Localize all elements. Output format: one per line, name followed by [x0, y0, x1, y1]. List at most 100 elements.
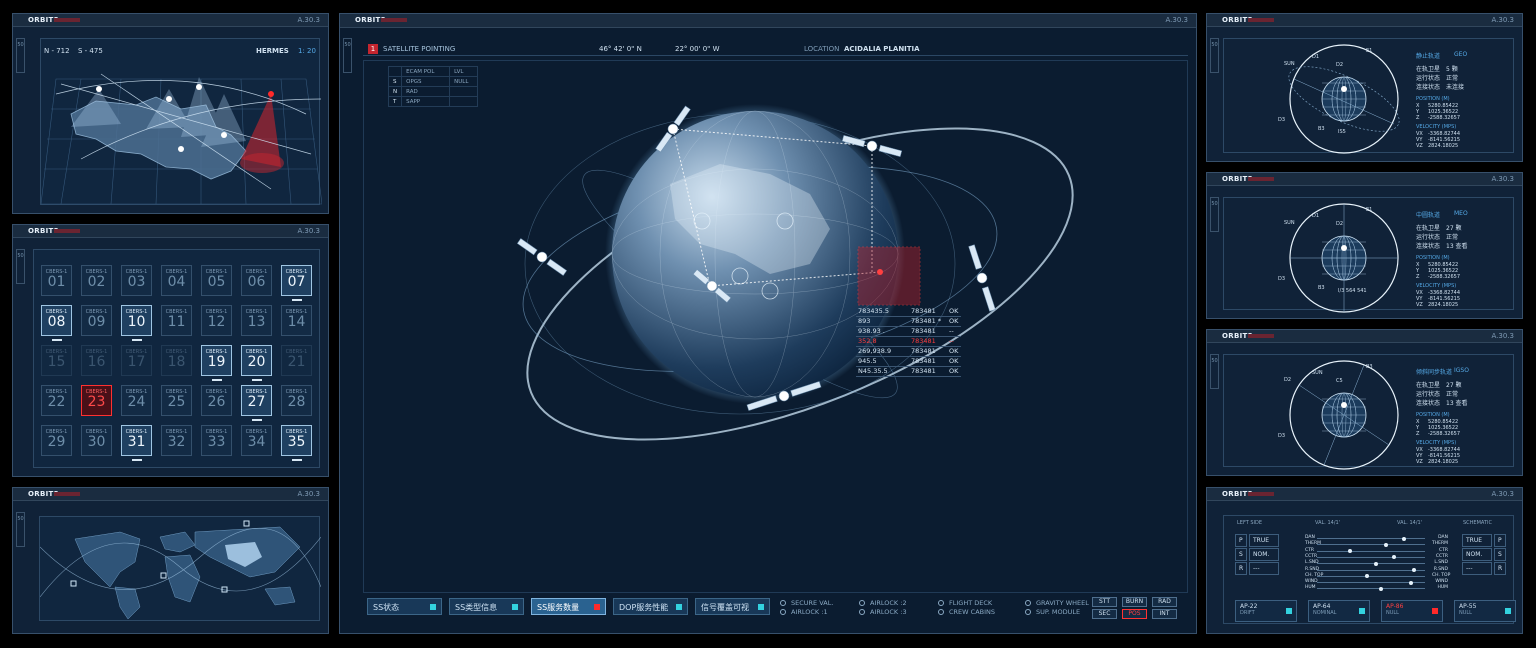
status-check[interactable]: AIRLOCK :2 — [859, 599, 907, 607]
slider-track[interactable] — [1317, 574, 1425, 579]
satellite-tile[interactable]: CBERS-1 21 — [281, 345, 312, 376]
tab-5[interactable]: 信号覆盖可视 — [695, 598, 770, 615]
left-side-key[interactable]: S — [1235, 548, 1247, 561]
readout-code: 783481 — [911, 367, 936, 375]
satellite-tile[interactable]: CBERS-1 11 — [161, 305, 192, 336]
status-check[interactable]: AIRLOCK :3 — [859, 608, 907, 616]
orbit-stat-label: 在轨卫星 — [1416, 382, 1441, 389]
satellite-tile[interactable]: CBERS-1 05 — [201, 265, 232, 296]
ap-module-4[interactable]: AP-55 NULL — [1454, 600, 1516, 622]
schematic-key[interactable]: P — [1494, 534, 1506, 547]
readout-row: 352.8 783481 -- — [856, 337, 961, 347]
slider-thumb[interactable] — [1408, 580, 1413, 585]
readout-code: 783481 — [911, 357, 936, 365]
slider-track[interactable] — [1317, 561, 1425, 566]
satellite-tile[interactable]: CBERS-1 08 — [41, 305, 72, 341]
satellite-tile[interactable]: CBERS-1 31 — [121, 425, 152, 461]
readout-status: -- — [949, 327, 954, 335]
mode-button-pos[interactable]: POS — [1122, 609, 1147, 619]
status-check[interactable]: SECURE VAL. — [780, 599, 833, 607]
position-title: POSITION (M) — [1416, 96, 1450, 102]
satellite-tile[interactable]: CBERS-1 20 — [241, 345, 272, 381]
satellite-tile[interactable]: CBERS-1 03 — [121, 265, 152, 296]
slider-track[interactable] — [1317, 555, 1425, 560]
tab-4[interactable]: DOP服务性能 — [613, 598, 688, 615]
orbit-type: MEO — [1454, 210, 1468, 217]
slider-thumb[interactable] — [1411, 568, 1416, 572]
mode-button-rad[interactable]: RAD — [1152, 597, 1177, 607]
slider-track[interactable] — [1317, 580, 1425, 585]
satellite-tile[interactable]: CBERS-1 09 — [81, 305, 112, 336]
tab-2[interactable]: SS类型信息 — [449, 598, 524, 615]
status-check[interactable]: FLIGHT DECK — [938, 599, 992, 607]
satellite-tile[interactable]: CBERS-1 07 — [281, 265, 312, 301]
satellite-tile[interactable]: CBERS-1 30 — [81, 425, 112, 456]
satellite-tile[interactable]: CBERS-1 12 — [201, 305, 232, 336]
tab-1[interactable]: SS状态 — [367, 598, 442, 615]
satellite-tile[interactable]: CBERS-1 16 — [81, 345, 112, 376]
orbit-view: SUN D1 D2 E1 D3 B3 IS5 静止轨道 GEO 在轨卫星 5 颗运行状态 正常 连接状态… — [1223, 38, 1514, 154]
satellite-tile[interactable]: CBERS-1 10 — [121, 305, 152, 341]
ap-module-2[interactable]: AP-64 NOMINAL — [1308, 600, 1370, 622]
slider-track[interactable] — [1317, 568, 1425, 572]
left-side-key[interactable]: R — [1235, 562, 1247, 575]
slider-track[interactable] — [1317, 586, 1425, 591]
satellite-tile[interactable]: CBERS-1 18 — [161, 345, 192, 376]
satellite-tile[interactable]: CBERS-1 04 — [161, 265, 192, 296]
tile-number: 04 — [167, 274, 186, 290]
orbit-stat-label: 运行状态 — [1416, 391, 1441, 398]
satellite-tile[interactable]: CBERS-1 28 — [281, 385, 312, 416]
satellite-tile[interactable]: CBERS-1 19 — [201, 345, 232, 381]
satellite-tile[interactable]: CBERS-1 17 — [121, 345, 152, 376]
map-3d-svg — [41, 73, 322, 205]
tile-number: 03 — [127, 274, 146, 290]
tile-number: 07 — [287, 274, 306, 290]
orbit-point-label: D2 — [1336, 62, 1344, 68]
satellite-tile[interactable]: CBERS-1 13 — [241, 305, 272, 336]
satellite-tile[interactable]: CBERS-1 14 — [281, 305, 312, 336]
satellite-tile[interactable]: CBERS-1 24 — [121, 385, 152, 416]
mode-button-sec[interactable]: SEC — [1092, 609, 1117, 619]
status-check[interactable]: GRAVITY WHEEL — [1025, 599, 1089, 607]
ap-module-1[interactable]: AP-22 DRIFT — [1235, 600, 1297, 622]
mode-button-burn[interactable]: BURN — [1122, 597, 1147, 607]
tile-underline — [252, 379, 262, 381]
mode-button-stt[interactable]: STT — [1092, 597, 1117, 607]
slider-thumb[interactable] — [1374, 561, 1379, 566]
satellite-tile[interactable]: CBERS-1 02 — [81, 265, 112, 296]
slider-thumb[interactable] — [1402, 536, 1407, 541]
schematic-key[interactable]: R — [1494, 562, 1506, 575]
satellite-tile[interactable]: CBERS-1 25 — [161, 385, 192, 416]
tile-number: 06 — [247, 274, 266, 290]
satellite-tile[interactable]: CBERS-1 32 — [161, 425, 192, 456]
satellite-tile[interactable]: CBERS-1 06 — [241, 265, 272, 296]
slider-track[interactable] — [1317, 549, 1425, 554]
status-check[interactable]: SUP. MODULE — [1025, 608, 1080, 616]
orbit-diagram — [1288, 44, 1400, 154]
slider-track[interactable] — [1317, 536, 1425, 541]
satellite-tile[interactable]: CBERS-1 29 — [41, 425, 72, 456]
satellite-tile[interactable]: CBERS-1 01 — [41, 265, 72, 296]
longitude: 22° 00' 0" W — [675, 45, 720, 53]
left-side-key[interactable]: P — [1235, 534, 1247, 547]
ap-module-3[interactable]: AP-86 NULL — [1381, 600, 1443, 622]
slider-track[interactable] — [1317, 542, 1425, 547]
satellite-tile[interactable]: CBERS-1 26 — [201, 385, 232, 416]
satellite-tile[interactable]: CBERS-1 22 — [41, 385, 72, 416]
mode-button-int[interactable]: INT — [1152, 609, 1177, 619]
satellite-tile[interactable]: CBERS-1 33 — [201, 425, 232, 456]
tab-3[interactable]: SS服务数量 — [531, 598, 606, 615]
slider-thumb[interactable] — [1383, 542, 1388, 547]
satellite-tile[interactable]: CBERS-1 35 — [281, 425, 312, 461]
satellite-tile[interactable]: CBERS-1 23 — [81, 385, 112, 416]
readout-row: 938.93 . 783481 -- — [856, 327, 961, 337]
status-check[interactable]: AIRLOCK :1 — [780, 608, 828, 616]
schematic-key[interactable]: S — [1494, 548, 1506, 561]
satellite-tile[interactable]: CBERS-1 27 — [241, 385, 272, 421]
location-value: ACIDALIA PLANITIA — [844, 45, 920, 53]
slider-label-right: CH. TOP — [1432, 572, 1451, 578]
satellite-tile[interactable]: CBERS-1 15 — [41, 345, 72, 376]
status-check[interactable]: CREW CABINS — [938, 608, 995, 616]
orbit-stat-label: 在轨卫星 — [1416, 66, 1441, 73]
satellite-tile[interactable]: CBERS-1 34 — [241, 425, 272, 456]
